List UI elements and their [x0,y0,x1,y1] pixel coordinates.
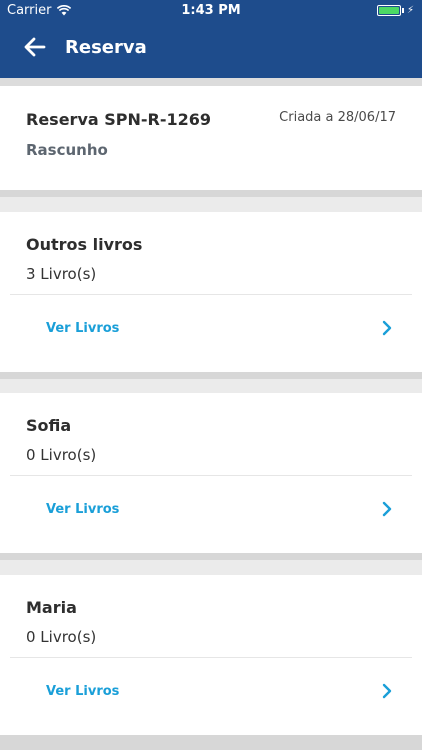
app-bar: Carrier 1:43 PM ⚡ Reserva [0,0,422,78]
separator [0,372,422,379]
group-card: Outros livros 3 Livro(s) Ver Livros [0,212,422,372]
group-count: 0 Livro(s) [26,628,97,646]
battery-icon: ⚡ [376,5,414,16]
separator [0,735,422,750]
ver-livros-link[interactable]: Ver Livros [0,663,422,719]
status-time: 1:43 PM [181,3,241,18]
separator [0,78,422,86]
ver-livros-link[interactable]: Ver Livros [0,300,422,356]
chevron-right-icon [382,320,392,336]
page-title: Reserva [65,36,147,58]
group-count: 3 Livro(s) [26,265,97,283]
group-card: Maria 0 Livro(s) Ver Livros [0,575,422,735]
separator [0,190,422,197]
back-button[interactable] [5,22,65,72]
chevron-right-icon [382,501,392,517]
divider [10,657,412,658]
reservation-status: Rascunho [26,141,108,159]
group-name: Sofia [26,416,72,435]
group-name: Outros livros [26,235,143,254]
back-arrow-icon [24,37,46,57]
nav-row: Reserva [0,22,422,72]
reservation-code: Reserva SPN-R-1269 [26,110,212,129]
status-bar: Carrier 1:43 PM ⚡ [0,0,422,22]
group-name: Maria [26,598,77,617]
group-count: 0 Livro(s) [26,446,97,464]
divider [10,475,412,476]
group-card: Sofia 0 Livro(s) Ver Livros [0,393,422,553]
ver-livros-label: Ver Livros [46,683,120,699]
reservation-card: Reserva SPN-R-1269 Criada a 28/06/17 Ras… [0,86,422,190]
charging-bolt-icon: ⚡ [406,5,414,16]
created-date: Criada a 28/06/17 [279,110,396,125]
ver-livros-label: Ver Livros [46,501,120,517]
ver-livros-label: Ver Livros [46,320,120,336]
chevron-right-icon [382,683,392,699]
divider [10,294,412,295]
separator [0,553,422,560]
ver-livros-link[interactable]: Ver Livros [0,481,422,537]
